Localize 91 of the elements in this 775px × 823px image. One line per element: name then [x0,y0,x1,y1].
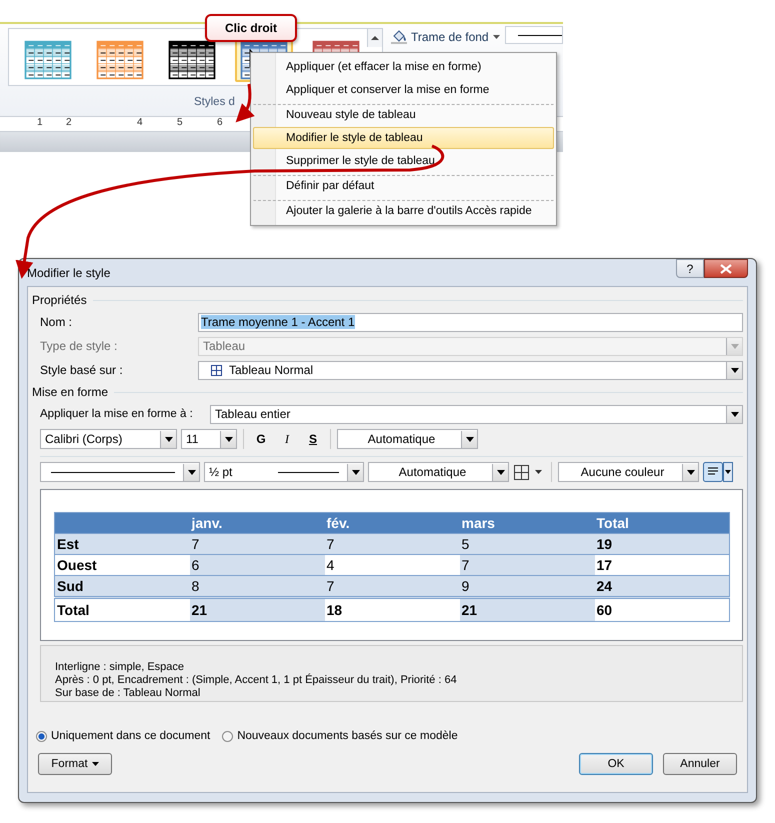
table-cell: 17 [594,554,730,576]
table-cell: 7 [460,554,594,576]
shading-color-dropdown[interactable]: Aucune couleur [558,462,699,482]
dropdown-arrow-icon [730,344,738,348]
radio-button[interactable] [222,730,234,742]
table-cell: Ouest [54,554,190,576]
dropdown-arrow-icon [686,470,694,474]
radio-option[interactable]: Uniquement dans ce document [36,730,210,742]
section-heading: Mise en forme [32,385,108,399]
font-dropdown[interactable]: Calibri (Corps) [40,429,177,449]
table-icon [211,364,222,376]
ruler-number: 5 [177,117,183,128]
dropdown-arrow-icon [466,436,474,442]
table-cell: 24 [594,576,730,598]
ruler-number: 4 [137,117,143,128]
table-cell: 60 [594,598,730,622]
caret-icon [492,35,500,39]
ok-button[interactable]: OK [579,753,653,775]
dropdown-arrow-icon [496,470,504,474]
line-style-box[interactable] [505,26,563,44]
dropdown-arrow-icon [188,470,196,474]
callout-tooltip: Clic droit [205,14,297,42]
selected-text: Trame moyenne 1 - Accent 1 [201,315,355,329]
italic-button[interactable]: I [276,429,298,449]
table-cell: 4 [324,554,460,576]
cancel-button[interactable]: Annuler [663,753,737,775]
caret-icon [92,762,99,766]
description-text: Sur base de : Tableau Normal [55,687,202,700]
name-field[interactable]: Trame moyenne 1 - Accent 1 [198,312,743,332]
paint-bucket-icon [391,30,407,44]
dropdown-arrow-icon [730,412,738,416]
table-header-cell: janv. [190,512,324,534]
bold-button[interactable]: G [250,429,272,449]
borders-button-icon[interactable] [513,464,545,480]
table-cell: 21 [460,598,594,622]
dropdown-arrow-icon [352,470,360,474]
border-color-dropdown[interactable]: Automatique [368,462,509,482]
description-text: Après : 0 pt, Encadrement : (Simple, Accent 1, 1 pt Épaisseur du trait), Priorité : 64 [55,674,458,687]
font-color-dropdown[interactable]: Automatique [337,429,478,449]
table-cell: Est [54,534,190,554]
table-cell: 6 [190,554,324,576]
group-label: Styles d [194,96,235,108]
help-button[interactable]: ? [676,259,704,278]
table-cell: 7 [190,534,324,554]
table-header-cell: mars [460,512,594,534]
font-size-dropdown[interactable]: 11 [181,429,237,449]
radio-option[interactable]: Nouveaux documents basés sur ce modèle [222,730,458,742]
up-arrow-icon [371,35,379,41]
radio-button[interactable] [36,730,47,742]
alignment-button-icon[interactable] [703,462,733,482]
shading-button[interactable]: Trame de fond [387,28,504,46]
field-label: Appliquer la mise en forme à : [40,408,194,420]
menu-item[interactable]: Nouveau style de tableau [253,104,554,126]
curved-arrow [236,84,255,123]
table-cell: 8 [190,576,324,598]
table-cell: 7 [324,534,460,554]
table-header-cell: fév. [324,512,460,534]
menu-item[interactable]: Supprimer le style de tableau [253,150,554,172]
close-button[interactable] [704,259,748,278]
dropdown-arrow-icon [164,436,172,442]
section-heading: Propriétés [32,293,87,307]
ruler-number: 2 [66,117,72,128]
gallery-scroll-up-button[interactable] [367,29,382,47]
menu-item[interactable]: Appliquer et conserver la mise en forme [253,79,554,101]
menu-item[interactable]: Ajouter la galerie à la barre d'outils Accès rapide [253,200,554,222]
dropdown-field[interactable]: Tableau Normal [198,360,743,380]
line-style-dropdown[interactable] [40,462,200,482]
window-title: Modifier le style [27,266,110,280]
table-header-cell: Total [594,512,730,534]
menu-item[interactable]: Modifier le style de tableau [253,127,554,149]
description-text: Interligne : simple, Espace [55,661,186,674]
table-cell: 21 [190,598,324,622]
table-cell: 9 [460,576,594,598]
underline-button[interactable]: S [302,429,324,449]
dropdown-arrow-icon [730,368,738,372]
menu-item[interactable]: Définir par défaut [253,175,554,197]
ruler-number: 6 [217,117,223,128]
line-weight-dropdown[interactable]: ½ pt [204,462,364,482]
table-cell: 5 [460,534,594,554]
table-cell: Sud [54,576,190,598]
field-label: Type de style : [40,339,118,353]
table-cell: 7 [324,576,460,598]
menu-item[interactable]: Appliquer (et effacer la mise en forme) [253,56,554,78]
dropdown-arrow-icon [224,436,232,442]
dropdown-field[interactable]: Tableau entier [210,404,743,424]
ruler-number: 1 [37,117,43,128]
table-cell: 19 [594,534,730,554]
field-label: Style basé sur : [40,363,124,377]
field-label: Nom : [40,315,74,329]
format-button[interactable]: Format [38,753,112,775]
close-icon [720,264,732,274]
